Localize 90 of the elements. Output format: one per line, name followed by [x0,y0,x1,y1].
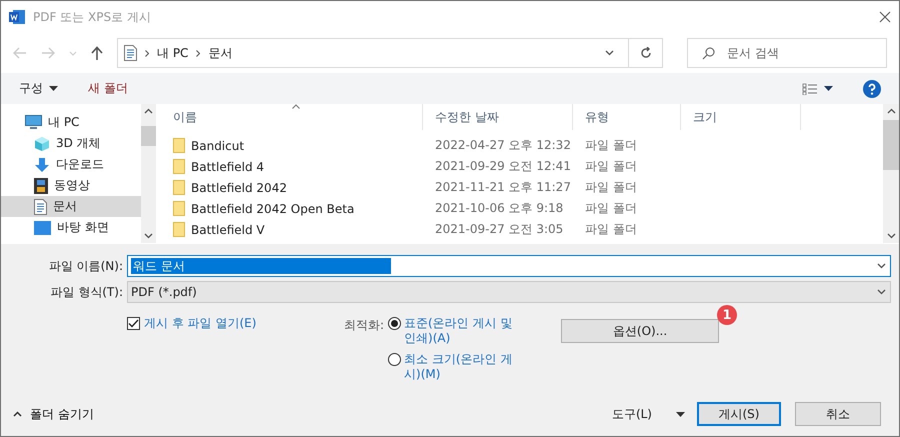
field-label: 파일 이름(N): [48,258,124,274]
chevron-up-icon [13,411,22,417]
optimize-label: 최적화: [344,317,384,334]
desktop-icon [34,220,51,234]
up-icon[interactable] [91,46,103,60]
scrollbar-thumb[interactable] [883,120,899,170]
sidebar-item[interactable]: 동영상 [1,175,141,196]
folder-icon [173,180,185,195]
monitor-icon [25,115,42,130]
file-name[interactable]: Battlefield 4 [191,160,264,174]
chevron-up-icon [144,108,153,114]
sidebar-item[interactable]: 내 PC [1,112,141,133]
organize-button[interactable]: 구성 [19,80,58,97]
table-cell-text: 2021-10-06 오후 9:18 [434,200,564,217]
field-label: 파일 형식(T): [49,284,124,300]
down-arrow-icon [34,156,50,172]
chevron-down-icon [877,289,886,295]
cube-icon [34,136,50,152]
radio-label[interactable]: 최소 크기(온라인 게시)(M) [404,352,518,382]
film-icon [34,178,48,194]
help-icon[interactable] [863,80,881,98]
caret-icon [49,86,58,91]
sidebar-item[interactable]: 3D 개체 [1,133,141,154]
window-title: PDF 또는 XPS로 게시 [33,8,152,26]
breadcrumb[interactable]: 문서 [208,44,232,62]
chevron-up-icon [886,108,896,114]
options-button[interactable]: 옵션(O)... [561,319,720,343]
chevron-down-icon [605,50,614,56]
column-header[interactable]: 유형 [573,104,681,130]
file-type-dropdown[interactable]: PDF (*.pdf) [127,281,891,303]
table-cell-text: 파일 폴더 [584,137,638,154]
callout-badge: 1 [717,305,738,325]
close-icon[interactable] [879,11,891,23]
file-name[interactable]: Battlefield 2042 Open Beta [191,202,354,216]
folder-icon [173,201,185,216]
address-bar[interactable]: 내 PC 문서 [117,38,629,68]
checkbox[interactable] [127,317,140,330]
new-folder-button[interactable]: 새 폴더 [88,80,128,97]
file-name[interactable]: Bandicut [191,138,244,152]
sort-up-icon [292,104,300,109]
radio-label[interactable]: 표준(온라인 게시 및 인쇄)(A) [404,316,518,346]
file-name[interactable]: Battlefield V [191,222,265,236]
file-name-field[interactable]: 워드 문서 [127,255,891,277]
hide-folders-button[interactable]: 폴더 숨기기 [9,406,94,422]
sidebar-item[interactable]: 문서 [1,196,141,217]
scrollbar-thumb[interactable] [141,126,156,146]
folder-icon [173,138,185,153]
search-icon [702,46,715,60]
chevron-right-icon [196,50,200,56]
sidebar-item[interactable]: 바탕 화면 [1,217,141,238]
scrollbar[interactable] [141,104,156,243]
caret-icon [824,86,833,91]
refresh-icon [640,47,652,59]
app-icon [9,9,25,25]
table-cell-text: 2022-04-27 오후 12:32 [434,137,572,154]
document-icon [34,198,47,214]
scrollbar[interactable] [883,104,899,243]
chevron-right-icon [145,50,149,56]
folder-icon [173,222,185,237]
folder-icon [173,159,185,174]
column-header[interactable]: 크기 [681,104,801,130]
file-name[interactable]: Battlefield 2042 [191,180,287,194]
caret-icon [676,412,685,416]
checkbox-label[interactable]: 게시 후 파일 열기(E) [144,316,256,331]
table-cell-text: 파일 폴더 [584,221,638,238]
document-icon [124,45,137,61]
radio-button[interactable] [388,353,402,366]
refresh-button[interactable] [629,38,663,68]
chevron-down-icon [144,233,153,239]
search-box[interactable]: 문서 검색 [687,38,887,68]
table-cell-text: 2021-09-29 오전 12:41 [434,158,572,175]
tools-button[interactable]: 도구(L) [612,406,685,422]
radio-dot-icon [391,320,398,327]
table-cell-text: 파일 폴더 [584,200,638,217]
breadcrumb[interactable]: 내 PC [157,44,188,62]
table-cell-text: 파일 폴더 [584,179,638,196]
sidebar-item[interactable]: 다운로드 [1,154,141,175]
chevron-down-icon [886,233,896,239]
radio-button[interactable] [388,317,402,330]
table-cell-text: 2021-11-21 오후 11:27 [434,179,572,196]
table-cell-text: 2021-09-27 오전 3:05 [434,221,564,238]
file-name-input[interactable]: 워드 문서 [131,258,391,274]
publish-button[interactable]: 게시(S) [697,402,781,426]
column-header[interactable]: 수정한 날짜 [423,104,573,130]
column-header[interactable]: 이름 [161,104,423,130]
table-cell-text: 파일 폴더 [584,158,638,175]
view-button[interactable] [802,82,833,94]
cancel-button[interactable]: 취소 [795,402,881,426]
checkmark-icon [128,319,139,328]
chevron-down-icon [877,263,886,269]
